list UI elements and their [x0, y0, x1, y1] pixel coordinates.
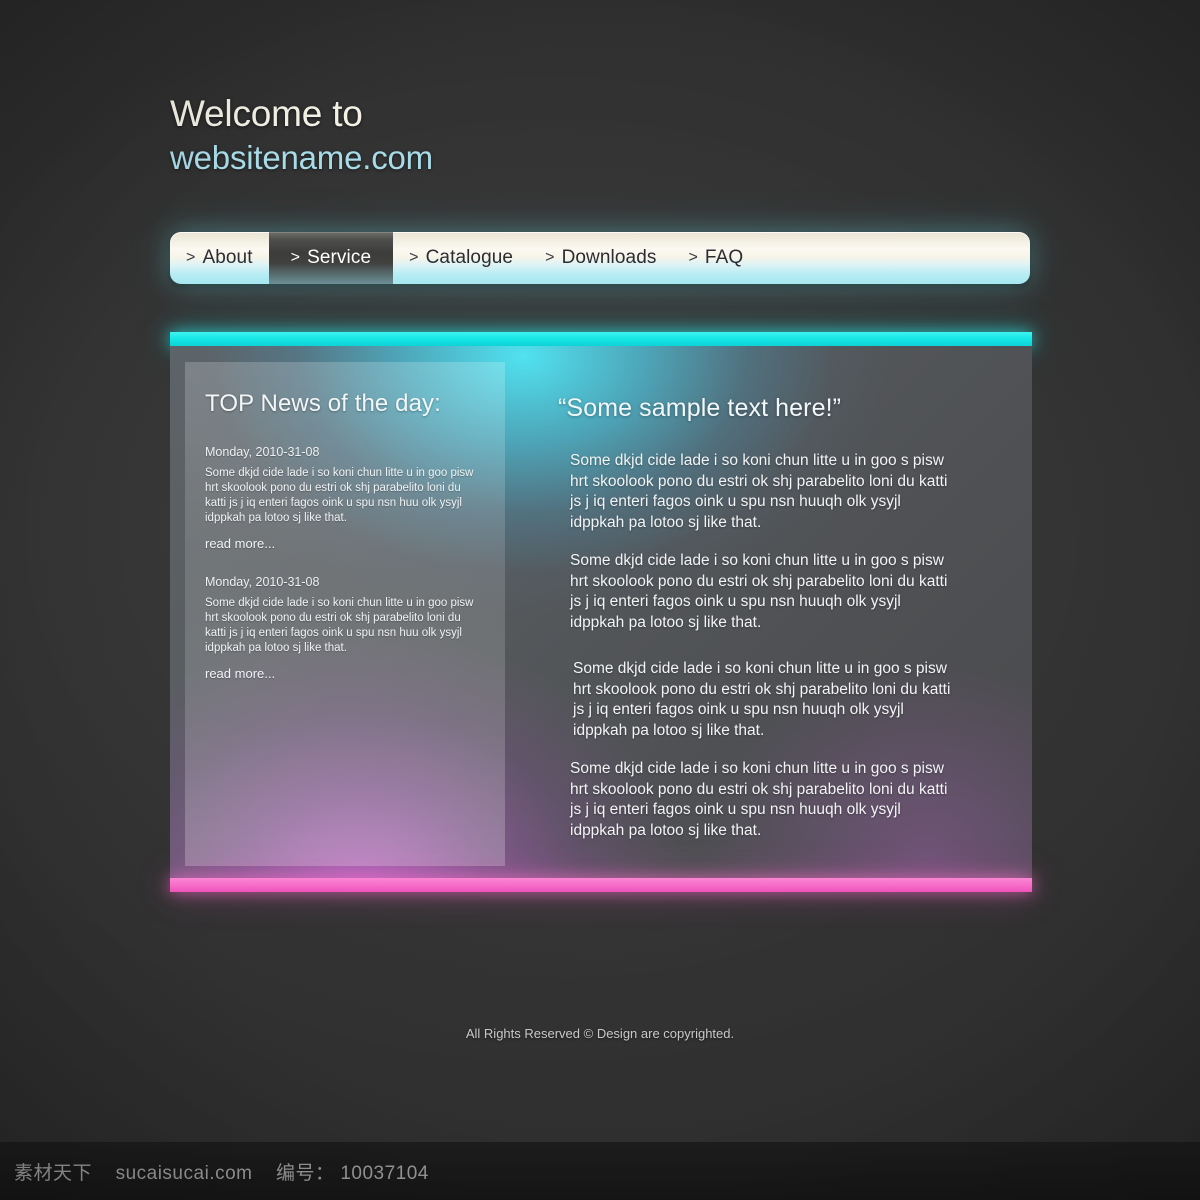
nav-item-faq[interactable]: > FAQ: [672, 232, 759, 284]
panel-top-accent-bar: [170, 332, 1032, 346]
watermark-content: 素材天下 sucaisucai.com 编号： 10037104: [14, 1158, 429, 1185]
chevron-right-icon: >: [688, 249, 698, 266]
content-panel: TOP News of the day: Monday, 2010-31-08 …: [170, 332, 1032, 892]
watermark-domain: sucaisucai.com: [115, 1162, 253, 1184]
page-root: Welcome to websitename.com > About > Ser…: [0, 0, 1200, 1200]
read-more-link[interactable]: read more...: [205, 536, 483, 551]
nav-item-about[interactable]: > About: [170, 232, 269, 284]
nav-item-downloads[interactable]: > Downloads: [529, 232, 672, 284]
nav-item-label: FAQ: [704, 247, 744, 268]
news-item-date: Monday, 2010-31-08: [205, 445, 320, 459]
watermark-id-label: 编号：: [276, 1162, 335, 1184]
news-item-text: Some dkjd cide lade i so koni chun litte…: [205, 597, 474, 654]
nav-item-catalogue[interactable]: > Catalogue: [393, 232, 529, 284]
content-paragraph: Some dkjd cide lade i so koni chun litte…: [570, 452, 948, 531]
content-paragraph: Some dkjd cide lade i so koni chun litte…: [570, 760, 948, 839]
chevron-right-icon: >: [290, 249, 301, 266]
site-name-heading: websitename.com: [170, 139, 433, 176]
read-more-link[interactable]: read more...: [205, 666, 483, 681]
panel-body: TOP News of the day: Monday, 2010-31-08 …: [170, 346, 1032, 878]
content-paragraph: Some dkjd cide lade i so koni chun litte…: [573, 660, 951, 739]
main-navigation: > About > Service > Catalogue > Download…: [170, 232, 1030, 284]
nav-item-label: Service: [307, 247, 372, 268]
watermark-brand: 素材天下: [14, 1162, 93, 1184]
news-item: Monday, 2010-31-08 Some dkjd cide lade i…: [205, 445, 483, 551]
chevron-right-icon: >: [409, 249, 419, 266]
nav-item-service[interactable]: > Service: [268, 232, 394, 284]
footer: All Rights Reserved © Design are copyrig…: [0, 1026, 1200, 1041]
news-item-date: Monday, 2010-31-08: [205, 575, 320, 589]
chevron-right-icon: >: [545, 249, 555, 266]
panel-bottom-accent-bar: [170, 878, 1032, 892]
news-box: TOP News of the day: Monday, 2010-31-08 …: [185, 362, 505, 866]
watermark-bar: 素材天下 sucaisucai.com 编号： 10037104: [0, 1142, 1200, 1200]
news-item-text: Some dkjd cide lade i so koni chun litte…: [205, 467, 474, 524]
welcome-heading: Welcome to: [170, 93, 363, 134]
news-item: Monday, 2010-31-08 Some dkjd cide lade i…: [205, 575, 483, 681]
nav-item-label: About: [202, 247, 253, 268]
watermark-id-value: 10037104: [340, 1162, 429, 1184]
chevron-right-icon: >: [186, 249, 196, 266]
content-paragraph: Some dkjd cide lade i so koni chun litte…: [570, 552, 948, 631]
content-heading: “Some sample text here!”: [558, 394, 842, 422]
copyright-text: All Rights Reserved © Design are copyrig…: [465, 1026, 735, 1041]
news-box-title: TOP News of the day:: [205, 390, 441, 417]
site-header: Welcome to websitename.com: [170, 92, 433, 178]
nav-item-label: Downloads: [561, 247, 657, 268]
nav-item-label: Catalogue: [425, 247, 514, 268]
content-column: “Some sample text here!” Some dkjd cide …: [558, 394, 958, 859]
